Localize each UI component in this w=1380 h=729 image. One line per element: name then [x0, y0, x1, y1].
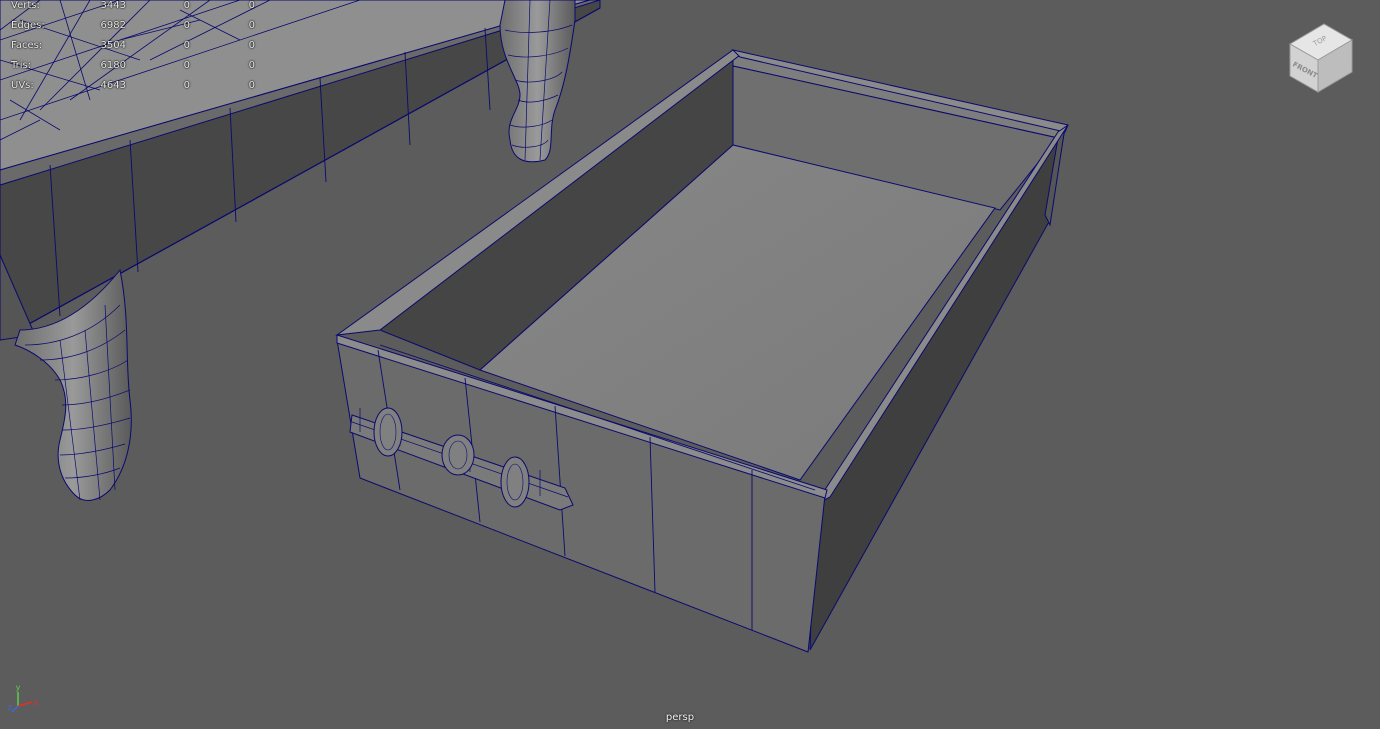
hud-value: 4643	[100, 80, 126, 91]
hud-row-edges: Edges: 6982 0 0	[0, 20, 270, 34]
hud-value: 0	[183, 80, 190, 91]
hud-value: 0	[248, 40, 255, 51]
axis-gizmo: y x z	[8, 683, 39, 713]
axis-x-line	[17, 701, 33, 707]
hud-row-verts: Verts: 3443 0 0	[0, 0, 270, 14]
camera-name-label: persp	[665, 712, 695, 723]
hud-value: 0	[183, 0, 190, 11]
hud-value: 6982	[100, 20, 126, 31]
axis-x-label: x	[34, 698, 39, 707]
hud-label: Tris:	[11, 60, 32, 71]
hud-label: Verts:	[11, 0, 40, 11]
scene-render[interactable]	[0, 0, 1380, 729]
hud-row-tris: Tris: 6180 0 0	[0, 60, 270, 74]
hud-value: 3443	[100, 0, 126, 11]
hud-value: 0	[248, 60, 255, 71]
hud-value: 0	[183, 20, 190, 31]
hud-value: 0	[248, 80, 255, 91]
perspective-viewport[interactable]: Verts: 3443 0 0 Edges: 6982 0 0 Faces: 3…	[0, 0, 1380, 729]
hud-value: 0	[183, 40, 190, 51]
axis-y-label: y	[16, 683, 21, 692]
hud-row-faces: Faces: 3504 0 0	[0, 40, 270, 54]
drawer-model[interactable]	[335, 49, 1069, 653]
view-cube[interactable]: TOP FRONT	[1286, 20, 1356, 96]
hud-label: Faces:	[11, 40, 43, 51]
hud-value: 3504	[100, 40, 126, 51]
hud-label: UVs:	[11, 80, 34, 91]
hud-value: 0	[248, 0, 255, 11]
hud-label: Edges:	[11, 20, 45, 31]
hud-value: 6180	[100, 60, 126, 71]
hud-value: 0	[183, 60, 190, 71]
axis-z-label: z	[8, 703, 12, 712]
hud-row-uvs: UVs: 4643 0 0	[0, 80, 270, 94]
hud-value: 0	[248, 20, 255, 31]
